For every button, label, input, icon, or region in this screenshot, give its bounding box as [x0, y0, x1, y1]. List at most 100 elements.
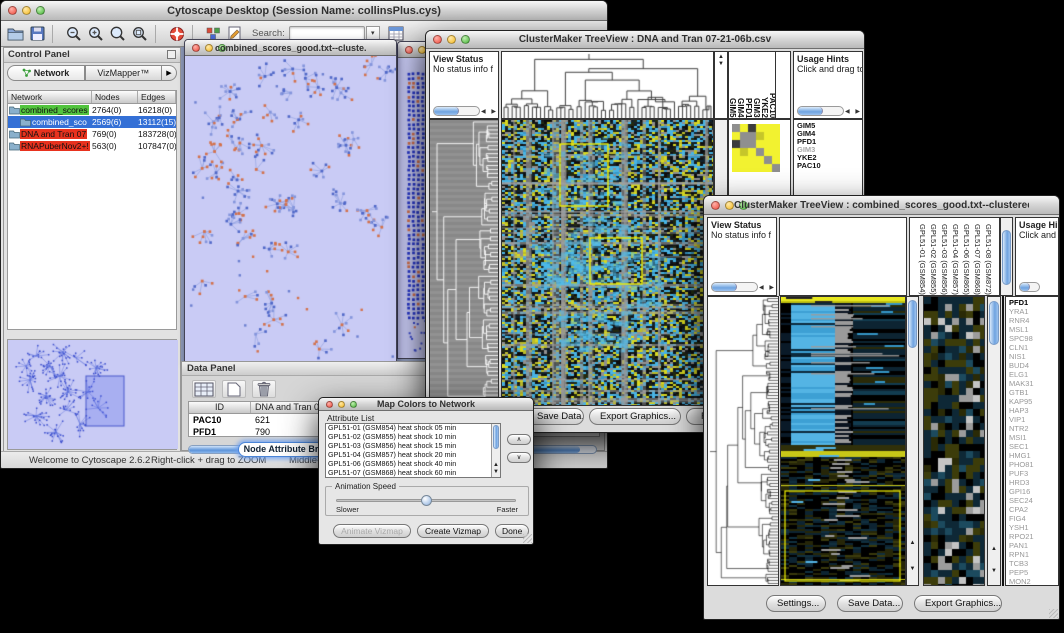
- tv1-column-dendrogram[interactable]: [501, 51, 714, 119]
- close-icon[interactable]: [433, 35, 442, 44]
- tv2-gene-label[interactable]: SEC24: [1009, 496, 1058, 505]
- network-canvas[interactable]: [185, 56, 396, 362]
- tv1-row-dendrogram[interactable]: [429, 119, 499, 406]
- overview-canvas[interactable]: [8, 340, 178, 449]
- tv2-zoom-heatmap[interactable]: [923, 296, 985, 586]
- network-table-row[interactable]: combined_sco 2569(6) 13112(15): [8, 116, 176, 128]
- tv2-gene-label[interactable]: FIG4: [1009, 514, 1058, 523]
- dialog-button[interactable]: Create Vizmap: [417, 524, 489, 538]
- tv2-save-data-button[interactable]: Save Data...: [837, 595, 903, 612]
- tv2-gene-label[interactable]: RPN1: [1009, 550, 1058, 559]
- treeview1-titlebar[interactable]: ClusterMaker TreeView : DNA and Tran 07-…: [426, 31, 864, 49]
- attribute-list-item[interactable]: GPL51-01 (GSM854) heat shock 05 min: [326, 424, 500, 433]
- tv2-header-vscrollbar[interactable]: [1000, 217, 1013, 296]
- tv1-gene-label[interactable]: GIM3: [797, 146, 862, 154]
- network-table-header[interactable]: Network Nodes Edges: [8, 91, 176, 104]
- delete-attribute-icon[interactable]: [252, 380, 276, 398]
- zoom-out-button[interactable]: [66, 26, 82, 42]
- tv2-gene-label[interactable]: NIS1: [1009, 352, 1058, 361]
- help-icon[interactable]: [169, 26, 185, 42]
- network-table-row[interactable]: combined_scores 2764(0) 16218(0): [8, 104, 176, 116]
- attribute-list-item[interactable]: GPL51-04 (GSM857) heat shock 20 min: [326, 451, 500, 460]
- move-up-button[interactable]: ∧: [507, 434, 531, 445]
- tv2-row-dendrogram[interactable]: [707, 296, 779, 586]
- new-attribute-icon[interactable]: [222, 380, 246, 398]
- tv1-col-label[interactable]: GIM5: [729, 54, 737, 118]
- tv1-similarity-matrix[interactable]: [732, 124, 780, 172]
- tv2-column-dendrogram-area[interactable]: [779, 217, 907, 296]
- tv2-gene-label[interactable]: CLN1: [1009, 343, 1058, 352]
- close-icon[interactable]: [192, 44, 200, 52]
- minimize-icon[interactable]: [205, 44, 213, 52]
- tv2-heatmap[interactable]: [780, 296, 906, 586]
- resize-grip[interactable]: [523, 534, 532, 543]
- float-panel-icon[interactable]: [167, 50, 176, 59]
- tv2-heatmap-vscrollbar[interactable]: ▲▼: [906, 296, 919, 586]
- minimize-icon[interactable]: [22, 6, 31, 15]
- tv1-header-vscroll-strip[interactable]: ▲▼: [714, 51, 728, 119]
- tv2-export-graphics-button[interactable]: Export Graphics...: [914, 595, 1002, 612]
- tv2-gene-label[interactable]: RNR4: [1009, 316, 1058, 325]
- zoom-in-button[interactable]: [88, 26, 104, 42]
- treeview2-titlebar[interactable]: ClusterMaker TreeView : combined_scores_…: [704, 196, 1059, 215]
- attribute-list-item[interactable]: GPL51-03 (GSM856) heat shock 15 min: [326, 442, 500, 451]
- tv2-gene-label[interactable]: ELG1: [1009, 370, 1058, 379]
- minimize-icon[interactable]: [725, 201, 734, 210]
- network-titlebar[interactable]: combined_scores_good.txt--cluste...: [185, 40, 396, 56]
- attribute-list-vscrollbar[interactable]: ▲▼: [491, 424, 500, 477]
- resize-grip[interactable]: [1049, 609, 1058, 618]
- close-icon[interactable]: [711, 201, 720, 210]
- open-button[interactable]: [7, 26, 24, 41]
- tv2-gene-label[interactable]: KAP95: [1009, 397, 1058, 406]
- tv1-col-label[interactable]: PFD1: [745, 54, 753, 118]
- tv2-gene-label[interactable]: MSI1: [1009, 433, 1058, 442]
- tv2-gene-label[interactable]: TCB3: [1009, 559, 1058, 568]
- tab-vizmapper[interactable]: VizMapper™: [85, 65, 163, 81]
- attribute-listbox[interactable]: GPL51-01 (GSM854) heat shock 05 minGPL51…: [325, 423, 501, 478]
- tv2-hints-hscrollbar[interactable]: [1019, 282, 1056, 292]
- tv2-gene-label[interactable]: RPO21: [1009, 532, 1058, 541]
- tv2-settings-button[interactable]: Settings...: [766, 595, 826, 612]
- tv2-col-label[interactable]: GPL51-02 (GSM855): [927, 218, 938, 295]
- close-icon[interactable]: [405, 46, 413, 54]
- minimize-icon[interactable]: [447, 35, 456, 44]
- tv2-gene-label[interactable]: HAP3: [1009, 406, 1058, 415]
- tv1-gene-label[interactable]: GIM4: [797, 130, 862, 138]
- tv2-gene-label[interactable]: MAK31: [1009, 379, 1058, 388]
- network-table-row[interactable]: RNAPuberNov2+! 563(0) 107847(0): [8, 140, 176, 152]
- tv1-hints-hscrollbar[interactable]: ◀▶: [797, 106, 860, 116]
- tv1-heatmap[interactable]: [501, 119, 714, 406]
- dialog-button[interactable]: Animate Vizmap: [333, 524, 411, 538]
- network-table-row[interactable]: DNA and Tran 07 769(0) 183728(0): [8, 128, 176, 140]
- tv1-col-label[interactable]: PAC10: [769, 54, 776, 118]
- tv2-gene-label[interactable]: PUF3: [1009, 469, 1058, 478]
- tv1-status-hscrollbar[interactable]: ◀▶: [433, 106, 496, 116]
- minimize-icon[interactable]: [338, 401, 345, 408]
- close-icon[interactable]: [8, 6, 17, 15]
- tv1-export-graphics-button[interactable]: Export Graphics...: [589, 408, 681, 425]
- tv2-gene-label[interactable]: PEP5: [1009, 568, 1058, 577]
- tv2-gene-label[interactable]: MSL1: [1009, 325, 1058, 334]
- attribute-list-item[interactable]: GPL51-07 (GSM868) heat shock 60 min: [326, 469, 500, 478]
- tv2-zoom-vscrollbar[interactable]: ▲▼: [987, 296, 1001, 586]
- tv2-gene-label[interactable]: CPA2: [1009, 505, 1058, 514]
- tv2-gene-label[interactable]: YSH1: [1009, 523, 1058, 532]
- tv1-gene-label[interactable]: YKE2: [797, 154, 862, 162]
- zoom-fit-button[interactable]: [132, 26, 148, 42]
- select-attributes-icon[interactable]: [192, 380, 216, 398]
- tv2-gene-label[interactable]: VIP1: [1009, 415, 1058, 424]
- close-icon[interactable]: [326, 401, 333, 408]
- tv2-gene-label[interactable]: BUD4: [1009, 361, 1058, 370]
- tv2-gene-label[interactable]: MON2: [1009, 577, 1058, 586]
- tv2-gene-label[interactable]: HRD3: [1009, 478, 1058, 487]
- tv1-col-label[interactable]: YKE2: [761, 54, 769, 118]
- tv2-gene-label[interactable]: PHO81: [1009, 460, 1058, 469]
- save-button[interactable]: [30, 26, 45, 41]
- network-overview-panel[interactable]: [7, 339, 177, 450]
- tv1-gene-label[interactable]: GIM5: [797, 122, 862, 130]
- zoom-selected-button[interactable]: [110, 26, 126, 42]
- attribute-list-item[interactable]: GPL51-02 (GSM855) heat shock 10 min: [326, 433, 500, 442]
- tv2-col-label[interactable]: GPL51-01 (GSM854): [916, 218, 927, 295]
- tv2-col-label[interactable]: GPL51-08 (GSM872): [982, 218, 993, 295]
- move-down-button[interactable]: ∨: [507, 452, 531, 463]
